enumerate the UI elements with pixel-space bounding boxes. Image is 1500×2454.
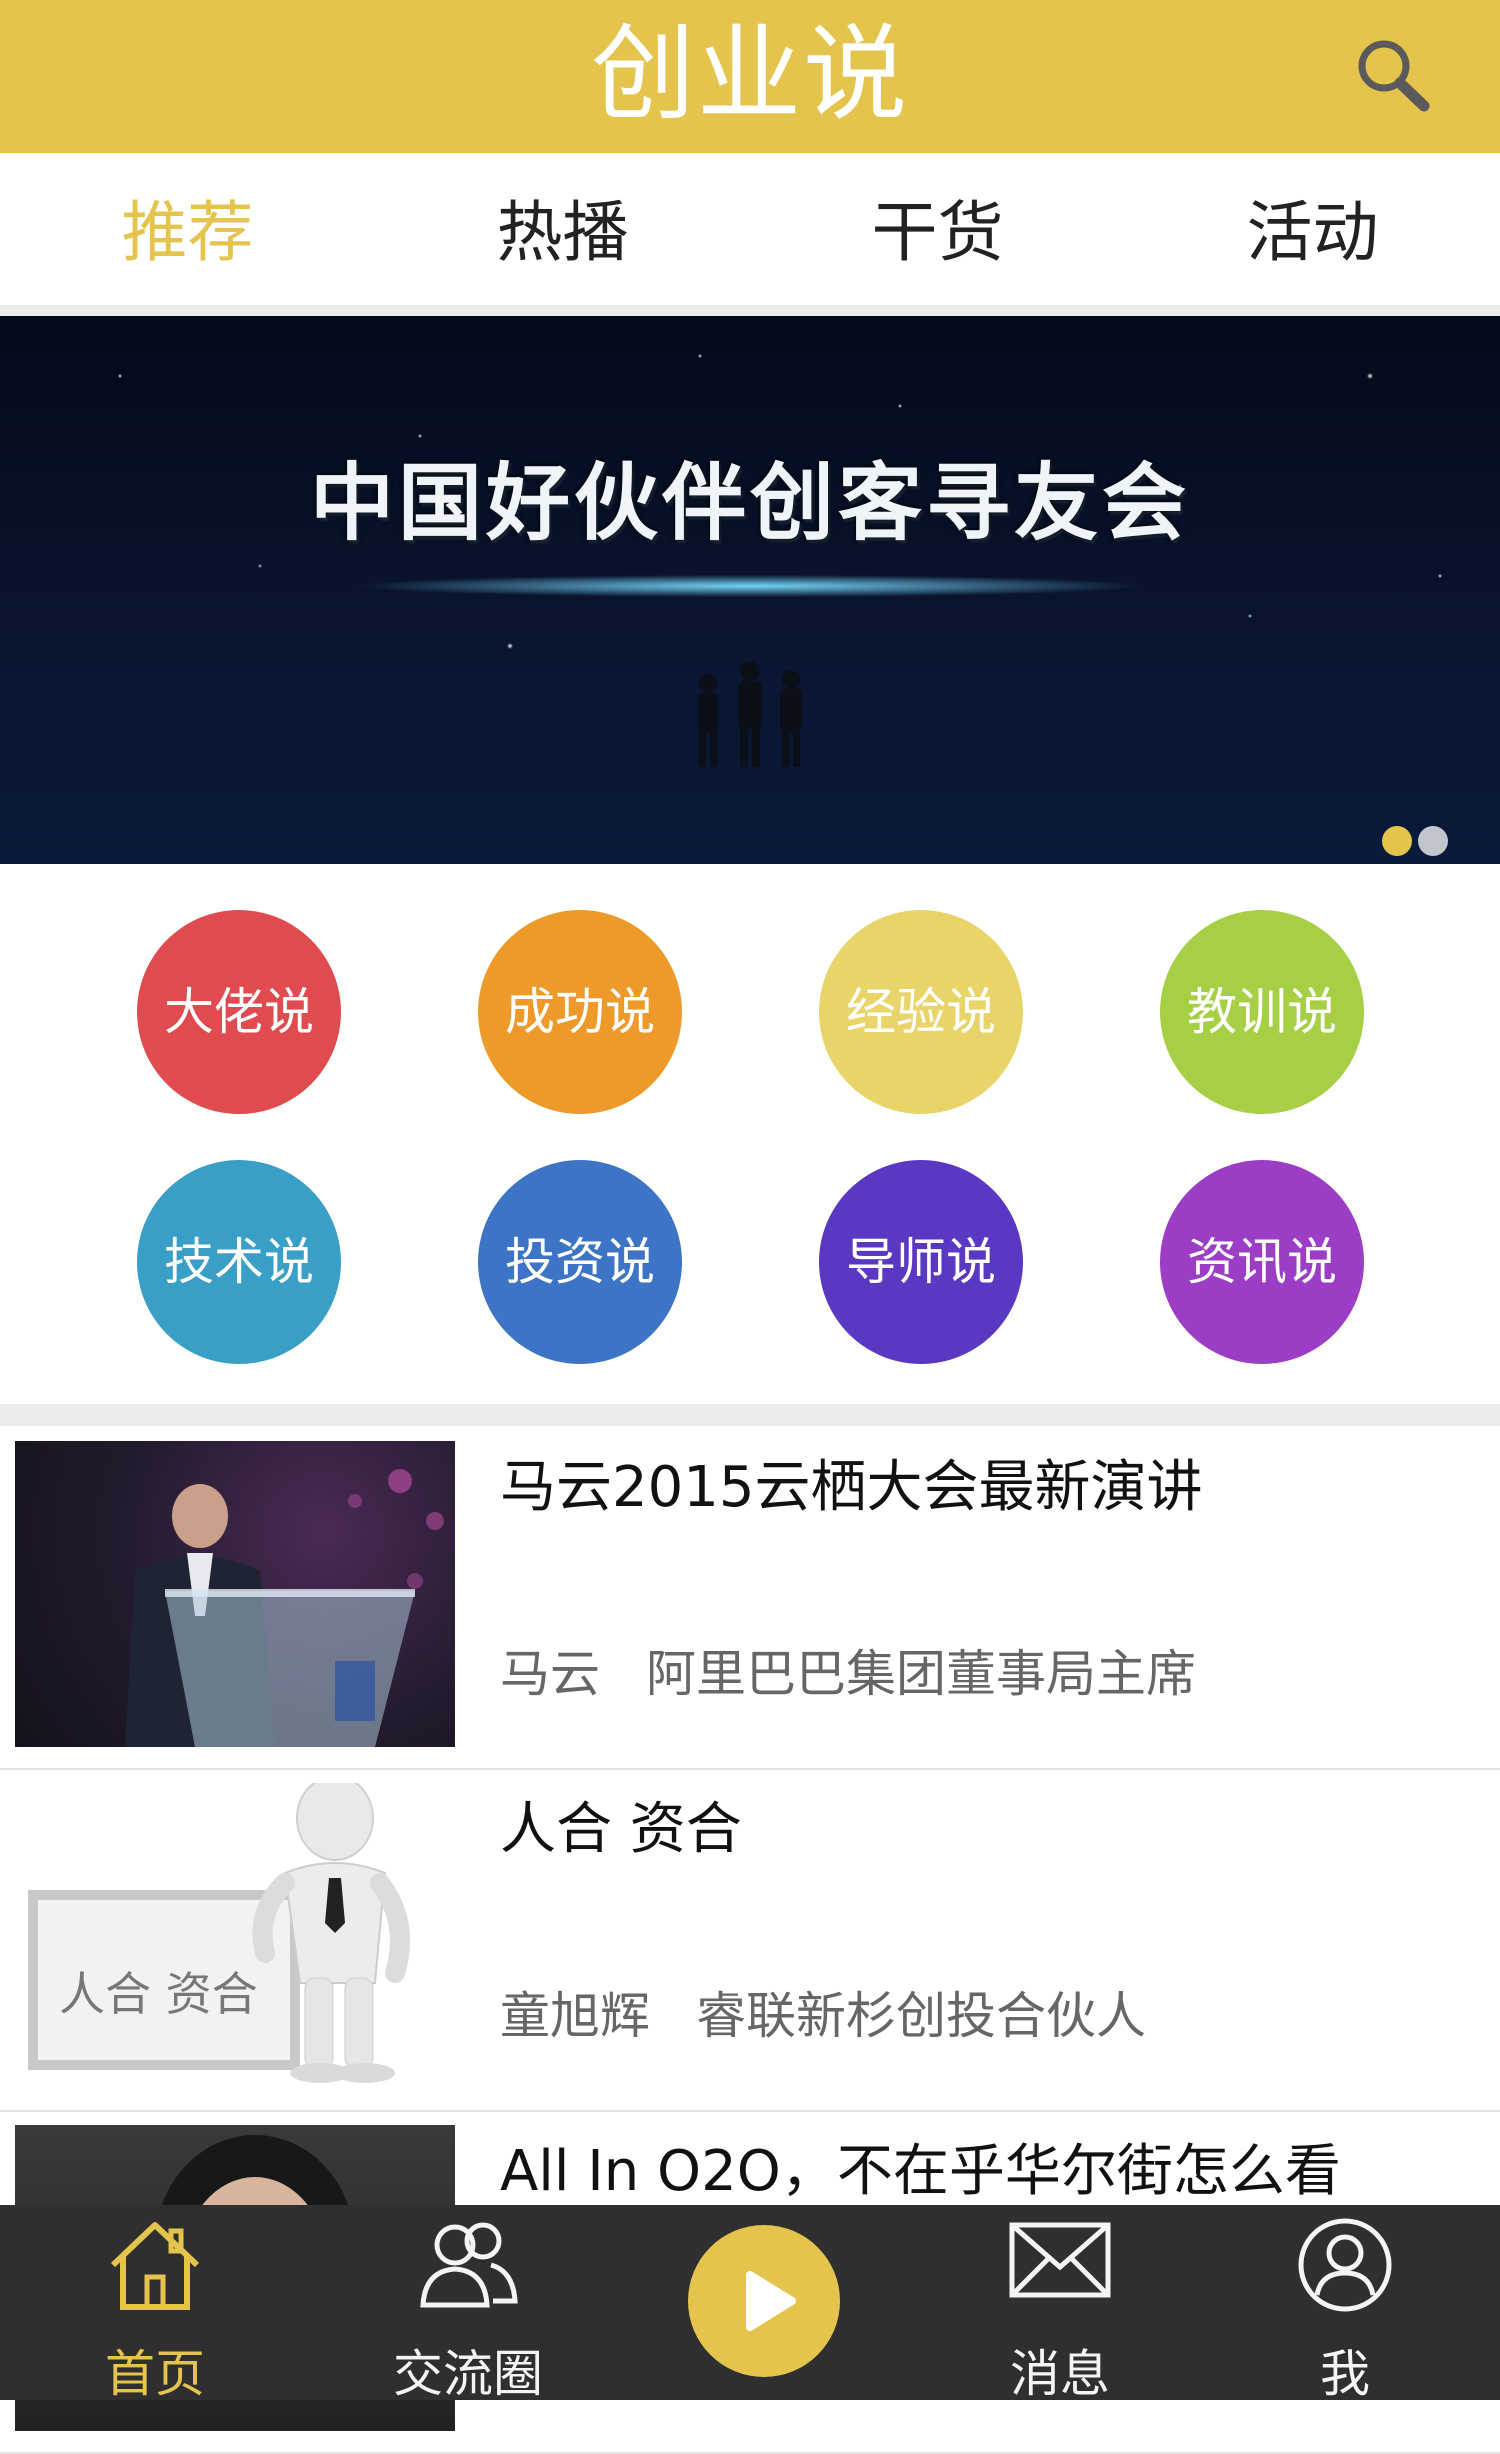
promo-banner[interactable]: 中国好伙伴创客寻友会 [0,316,1500,864]
nav-home[interactable]: 首页 [60,2205,250,2403]
home-icon [110,2222,200,2310]
nav-home-label: 首页 [105,2345,205,2403]
category-touzishuo[interactable]: 投资说 [478,1160,682,1364]
app-header: 创业说 [0,0,1500,153]
category-daoshishuo[interactable]: 导师说 [819,1160,1023,1364]
article-title: 人合 资合 [500,1797,742,1862]
tab-recommend[interactable]: 推荐 [0,153,375,312]
mail-icon [1009,2222,1111,2298]
speaker-podium-photo [15,1441,455,1747]
banner-starfield [0,316,1500,864]
silhouette-figures-icon [698,661,802,767]
nav-me-label: 我 [1320,2345,1370,2403]
list-item[interactable]: 马云2015云栖大会最新演讲 马云 阿里巴巴集团董事局主席 [0,1426,1500,1770]
banner-title: 中国好伙伴创客寻友会 [309,454,1190,552]
people-icon [420,2222,518,2308]
article-speaker: 马云 [500,1645,600,1703]
user-icon [1298,2218,1392,2312]
board-text: 人合 资合 [59,1967,258,2021]
category-dalaoshuo[interactable]: 大佬说 [137,910,341,1114]
article-title: All In O2O，不在乎华尔街怎么看 [500,2139,1341,2204]
article-speaker: 童旭辉 [500,1987,650,2045]
nav-community-label: 交流圈 [393,2345,543,2403]
category-jishushuo[interactable]: 技术说 [137,1160,341,1364]
list-item[interactable]: 人合 资合 人合 资合 童旭辉 睿联新杉创投合伙人 [0,1768,1500,2112]
play-button[interactable] [688,2225,840,2377]
search-icon[interactable] [1350,34,1436,120]
play-icon [746,2271,796,2331]
tab-hot[interactable]: 热播 [375,153,750,312]
pager-dot-active[interactable] [1382,826,1412,856]
article-title: 马云2015云栖大会最新演讲 [500,1455,1203,1520]
banner-pager [1382,826,1448,856]
pager-dot[interactable] [1418,826,1448,856]
category-chenggongshuo[interactable]: 成功说 [478,910,682,1114]
category-jingyanshuo[interactable]: 经验说 [819,910,1023,1114]
nav-me[interactable]: 我 [1250,2205,1440,2403]
article-speaker-position: 睿联新杉创投合伙人 [696,1987,1146,2045]
article-speaker-position: 阿里巴巴集团董事局主席 [646,1645,1196,1703]
app-logo-title: 创业说 [590,13,909,135]
article-meta: 童旭辉 睿联新杉创投合伙人 [500,1976,1146,2048]
nav-messages-label: 消息 [1010,2345,1110,2403]
nav-community[interactable]: 交流圈 [368,2205,568,2403]
tab-events[interactable]: 活动 [1125,153,1500,312]
article-meta: 马云 阿里巴巴集团董事局主席 [500,1634,1196,1706]
tabs-divider [0,305,1500,316]
tab-practical[interactable]: 干货 [750,153,1125,312]
figure-with-board-illustration: 人合 资合 [15,1783,455,2089]
nav-messages[interactable]: 消息 [960,2205,1160,2403]
section-divider [0,1404,1500,1426]
category-zixunshuo[interactable]: 资讯说 [1160,1160,1364,1364]
category-tabs: 推荐 热播 干货 活动 [0,153,1500,312]
category-grid: 大佬说 成功说 经验说 教训说 技术说 投资说 导师说 资讯说 [0,864,1500,1404]
category-jiaoxunshuo[interactable]: 教训说 [1160,910,1364,1114]
